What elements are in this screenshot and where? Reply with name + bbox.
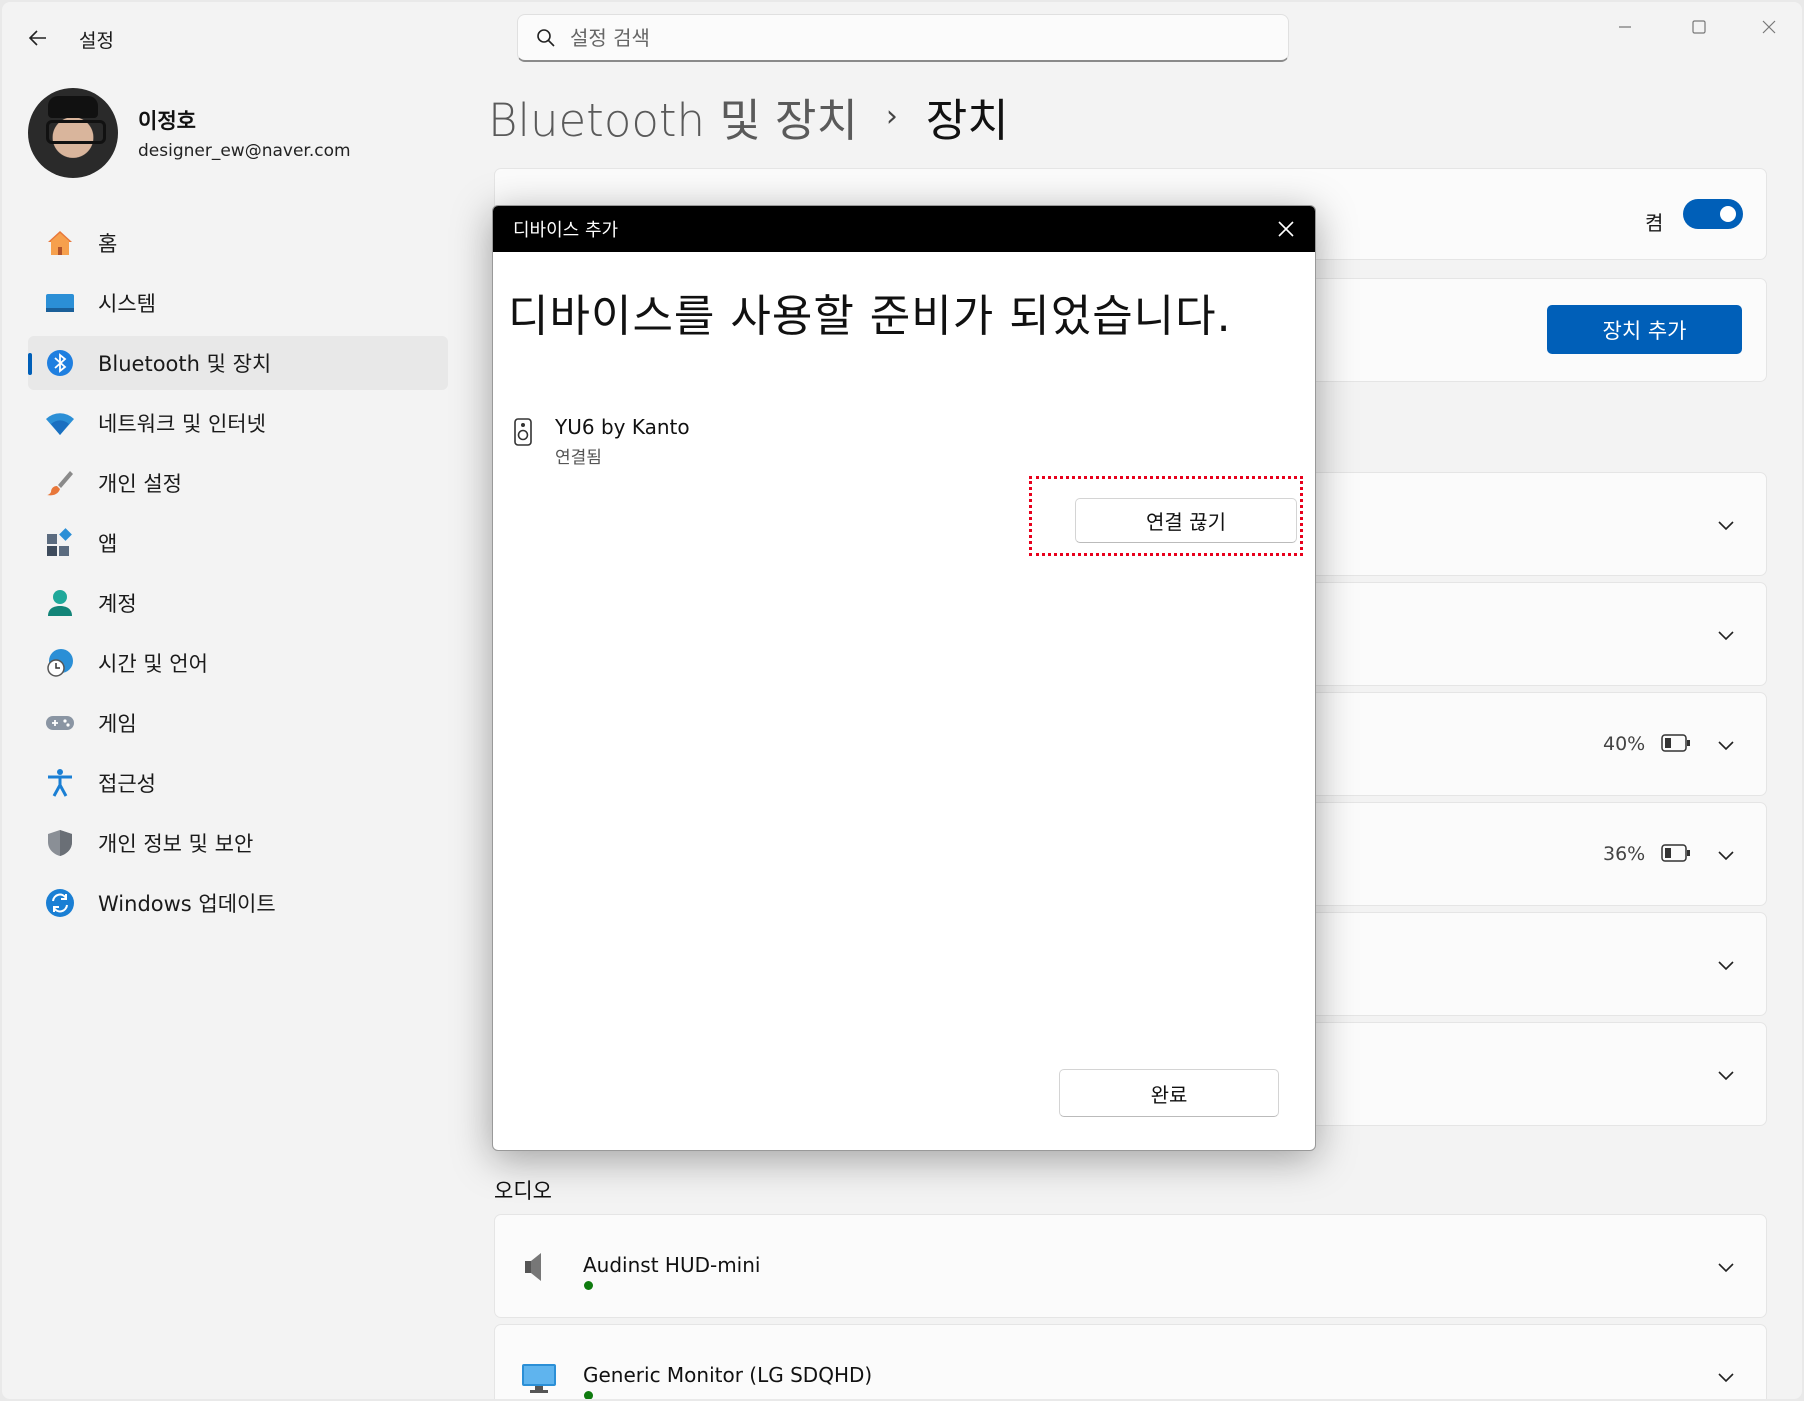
settings-window: 설정 이정호 designer_ew@naver.com 홈 [2, 2, 1802, 1399]
chevron-down-icon[interactable] [1714, 513, 1738, 537]
title-bar: 설정 [2, 2, 1802, 72]
bluetooth-toggle-label: 켬 [1645, 211, 1664, 235]
profile-name: 이정호 [138, 109, 196, 133]
audio-section-title: 오디오 [494, 1179, 552, 1203]
sidebar-item-accounts[interactable]: 계정 [28, 576, 448, 630]
chevron-down-icon[interactable] [1714, 1365, 1738, 1389]
disconnect-button[interactable]: 연결 끊기 [1075, 498, 1297, 543]
audio-device-card[interactable]: Generic Monitor (LG SDQHD) [494, 1324, 1767, 1399]
sidebar-item-system[interactable]: 시스템 [28, 276, 448, 330]
brush-icon [44, 467, 76, 499]
user-profile[interactable]: 이정호 designer_ew@naver.com [28, 88, 351, 178]
accessibility-icon [44, 767, 76, 799]
chevron-down-icon[interactable] [1714, 623, 1738, 647]
monitor-icon [519, 1357, 559, 1399]
gamepad-icon [44, 707, 76, 739]
breadcrumb-parent[interactable]: Bluetooth 및 장치 [488, 84, 858, 149]
minimize-button[interactable] [1602, 12, 1648, 42]
sidebar-item-home[interactable]: 홈 [28, 216, 448, 270]
minimize-icon [1619, 26, 1631, 28]
add-device-dialog: 디바이스 추가 디바이스를 사용할 준비가 되었습니다. YU6 by Kant… [492, 205, 1316, 1151]
sidebar-item-personalization[interactable]: 개인 설정 [28, 456, 448, 510]
audio-device-name: Audinst HUD-mini [583, 1253, 761, 1277]
breadcrumb-separator: › [885, 99, 898, 134]
system-icon [44, 287, 76, 319]
audio-device-name: Generic Monitor (LG SDQHD) [583, 1363, 873, 1387]
chevron-down-icon[interactable] [1714, 843, 1738, 867]
shield-icon [44, 827, 76, 859]
battery-percent: 36% [1603, 843, 1646, 865]
sidebar-item-accessibility[interactable]: 접근성 [28, 756, 448, 810]
arrow-left-icon [28, 30, 46, 46]
sidebar-nav: 홈 시스템 Bluetooth 및 장치 네트워크 및 인터넷 개인 설정 앱 … [28, 216, 448, 936]
dialog-title: 디바이스 추가 [513, 220, 619, 241]
sidebar-item-network[interactable]: 네트워크 및 인터넷 [28, 396, 448, 450]
audio-device-card[interactable]: Audinst HUD-mini [494, 1214, 1767, 1318]
paired-device: YU6 by Kanto 연결됨 [513, 415, 690, 468]
status-dot [584, 1391, 593, 1399]
close-icon [1278, 221, 1294, 237]
chevron-down-icon[interactable] [1714, 1255, 1738, 1279]
wifi-icon [44, 407, 76, 439]
chevron-down-icon[interactable] [1714, 733, 1738, 757]
add-device-button[interactable]: 장치 추가 [1547, 305, 1742, 354]
dialog-close-button[interactable] [1271, 214, 1301, 244]
done-button[interactable]: 완료 [1059, 1069, 1279, 1117]
profile-email: designer_ew@naver.com [138, 141, 351, 161]
dialog-device-status: 연결됨 [555, 448, 602, 468]
sidebar-item-gaming[interactable]: 게임 [28, 696, 448, 750]
page-title: 장치 [925, 94, 1009, 147]
sidebar-item-apps[interactable]: 앱 [28, 516, 448, 570]
sidebar-item-privacy[interactable]: 개인 정보 및 보안 [28, 816, 448, 870]
battery-percent: 40% [1603, 733, 1646, 755]
maximize-button[interactable] [1676, 12, 1722, 42]
dialog-heading: 디바이스를 사용할 준비가 되었습니다. [508, 291, 1232, 342]
search-icon [537, 28, 555, 47]
back-button[interactable] [20, 20, 56, 56]
sidebar-item-time-language[interactable]: 시간 및 언어 [28, 636, 448, 690]
bluetooth-icon [44, 347, 76, 379]
globe-clock-icon [44, 647, 76, 679]
dialog-title-bar: 디바이스 추가 [493, 206, 1315, 252]
maximize-icon [1692, 20, 1706, 34]
battery-icon [1661, 734, 1690, 752]
close-icon [1762, 20, 1776, 34]
update-icon [44, 887, 76, 919]
speaker-device-icon [513, 417, 533, 468]
account-icon [44, 587, 76, 619]
sidebar-item-bluetooth[interactable]: Bluetooth 및 장치 [28, 336, 448, 390]
search-box[interactable] [517, 14, 1289, 62]
dialog-device-name: YU6 by Kanto [555, 415, 690, 439]
avatar [28, 88, 118, 178]
sidebar-item-windows-update[interactable]: Windows 업데이트 [28, 876, 448, 930]
chevron-down-icon[interactable] [1714, 1063, 1738, 1087]
home-icon [44, 227, 76, 259]
battery-icon [1661, 844, 1690, 862]
bluetooth-toggle[interactable] [1683, 199, 1743, 229]
chevron-down-icon[interactable] [1714, 953, 1738, 977]
close-window-button[interactable] [1746, 12, 1792, 42]
status-dot [584, 1281, 593, 1290]
breadcrumb: Bluetooth 및 장치 › 장치 [488, 84, 1009, 149]
search-input[interactable] [570, 25, 1230, 50]
speaker-icon [519, 1247, 559, 1291]
apps-icon [44, 527, 76, 559]
app-title: 설정 [79, 30, 114, 52]
